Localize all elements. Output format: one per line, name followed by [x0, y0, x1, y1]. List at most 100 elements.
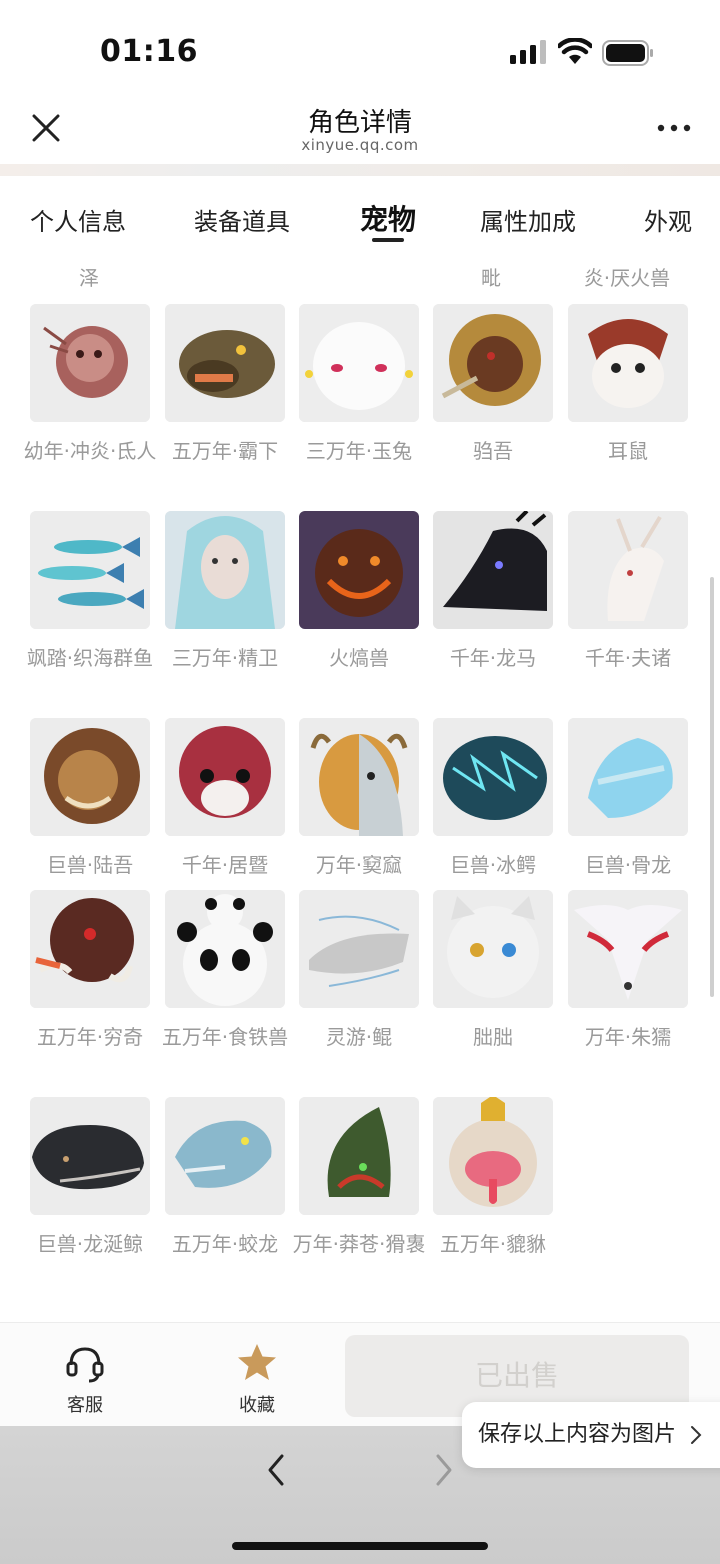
page-header: 角色详情 xinyue.qq.com	[0, 100, 720, 166]
pet-card[interactable]: 飒踏·织海群鱼	[27, 511, 153, 675]
favorite-button[interactable]: 收藏	[212, 1341, 302, 1417]
more-options-icon[interactable]	[656, 116, 692, 140]
pet-avatar	[165, 890, 285, 1008]
pet-card[interactable]: 火熇兽	[299, 511, 421, 675]
pet-avatar	[299, 718, 419, 836]
battery-icon	[602, 40, 653, 66]
pet-avatar	[568, 304, 688, 422]
pet-avatar	[30, 1097, 150, 1215]
headset-icon	[66, 1347, 104, 1383]
pet-card[interactable]: 三万年·精卫	[165, 511, 287, 675]
pet-avatar	[568, 511, 688, 629]
pet-card[interactable]: 千年·夫诸	[568, 511, 690, 675]
pet-avatar	[165, 304, 285, 422]
pet-name: 巨兽·骨龙	[584, 853, 672, 877]
back-arrow-icon[interactable]	[262, 1452, 292, 1488]
pet-avatar	[165, 1097, 285, 1215]
tab-equipment[interactable]: 装备道具	[194, 202, 290, 237]
pet-name: 万年·莽苍·猾褢	[292, 1232, 426, 1256]
tab-personal-info[interactable]: 个人信息	[30, 202, 126, 237]
pet-name: 驺吾	[473, 439, 513, 463]
pet-card[interactable]: 耳鼠	[568, 304, 690, 468]
pet-card[interactable]: 万年·朱獳	[568, 890, 690, 1054]
pet-avatar	[299, 890, 419, 1008]
pet-card[interactable]: 驺吾	[433, 304, 555, 468]
pet-avatar	[433, 1097, 553, 1215]
pet-avatar	[299, 1097, 419, 1215]
pet-card[interactable]: 巨兽·骨龙	[568, 718, 690, 882]
status-bar: 01:16	[0, 0, 720, 100]
pet-card[interactable]: 五万年·穷奇	[30, 890, 152, 1054]
pet-name: 巨兽·龙涎鲸	[36, 1232, 144, 1256]
pet-name: 巨兽·陆吾	[46, 853, 134, 877]
pet-name: 巨兽·冰鳄	[449, 853, 537, 877]
pet-name: 耳鼠	[608, 439, 648, 463]
pet-card[interactable]: 五万年·貔貅	[433, 1097, 555, 1261]
pet-card[interactable]: 千年·龙马	[433, 511, 555, 675]
pet-name: 朏朏	[473, 1025, 513, 1049]
pet-name: 万年·窫窳	[315, 853, 403, 877]
pet-name: 飒踏·织海群鱼	[26, 646, 154, 670]
page-url: xinyue.qq.com	[301, 136, 419, 154]
pet-avatar	[30, 511, 150, 629]
cellular-signal-icon	[510, 40, 546, 64]
pet-label-partial: 炎·厌火兽	[583, 266, 671, 290]
pet-card[interactable]: 巨兽·陆吾	[30, 718, 152, 882]
pet-card[interactable]: 巨兽·龙涎鲸	[30, 1097, 152, 1261]
pet-avatar	[30, 890, 150, 1008]
pet-name: 灵游·鲲	[325, 1025, 393, 1049]
pet-name: 三万年·玉兔	[305, 439, 413, 463]
pet-card[interactable]: 巨兽·冰鳄	[433, 718, 555, 882]
pet-card[interactable]: 万年·窫窳	[299, 718, 421, 882]
pet-card[interactable]: 三万年·玉兔	[299, 304, 421, 468]
page-title: 角色详情	[307, 108, 412, 138]
pet-avatar	[30, 304, 150, 422]
pet-name: 五万年·貔貅	[439, 1232, 547, 1256]
forward-arrow-icon[interactable]	[428, 1452, 458, 1488]
pet-label-partial: 毗	[481, 266, 501, 290]
pet-name: 三万年·精卫	[171, 646, 279, 670]
save-as-image-button[interactable]: 保存以上内容为图片	[462, 1402, 720, 1468]
pet-avatar	[30, 718, 150, 836]
pet-avatar	[165, 511, 285, 629]
pet-name: 千年·夫诸	[584, 646, 672, 670]
pet-card[interactable]: 千年·居暨	[165, 718, 287, 882]
pet-label-partial: 泽	[79, 266, 99, 290]
pet-avatar	[299, 304, 419, 422]
scrollbar[interactable]	[710, 577, 714, 997]
tab-pets[interactable]: 宠物	[360, 198, 416, 238]
pet-name: 五万年·霸下	[171, 439, 279, 463]
pet-name: 火熇兽	[329, 646, 389, 670]
pet-avatar	[433, 890, 553, 1008]
pet-name: 幼年·冲炎·氐人	[23, 439, 157, 463]
star-icon	[238, 1344, 276, 1380]
pet-avatar	[165, 718, 285, 836]
pet-card[interactable]: 五万年·食铁兽	[162, 890, 288, 1054]
pet-name: 千年·龙马	[449, 646, 537, 670]
pet-name: 五万年·食铁兽	[161, 1025, 289, 1049]
pet-card[interactable]: 朏朏	[433, 890, 555, 1054]
favorite-label: 收藏	[239, 1395, 275, 1416]
pet-card[interactable]: 五万年·霸下	[165, 304, 287, 468]
pet-avatar	[568, 718, 688, 836]
pet-card[interactable]: 五万年·蛟龙	[165, 1097, 287, 1261]
home-indicator	[232, 1542, 488, 1550]
tab-bar: 个人信息 装备道具 宠物 属性加成 外观	[0, 176, 720, 263]
pet-card[interactable]: 幼年·冲炎·氐人	[24, 304, 156, 468]
pet-name: 五万年·穷奇	[36, 1025, 144, 1049]
pet-avatar	[433, 511, 553, 629]
pet-avatar	[299, 511, 419, 629]
pet-card[interactable]: 万年·莽苍·猾褢	[293, 1097, 425, 1261]
chevron-right-icon	[691, 1426, 702, 1444]
save-as-image-label: 保存以上内容为图片	[478, 1422, 677, 1447]
pet-name: 五万年·蛟龙	[171, 1232, 279, 1256]
pet-avatar	[433, 718, 553, 836]
customer-service-button[interactable]: 客服	[40, 1341, 130, 1417]
tab-appearance[interactable]: 外观	[644, 202, 692, 237]
wifi-icon	[558, 38, 592, 64]
header-image-strip	[0, 164, 720, 176]
pet-card[interactable]: 灵游·鲲	[299, 890, 421, 1054]
pet-avatar	[568, 890, 688, 1008]
tab-attributes[interactable]: 属性加成	[480, 202, 576, 237]
pet-avatar	[433, 304, 553, 422]
